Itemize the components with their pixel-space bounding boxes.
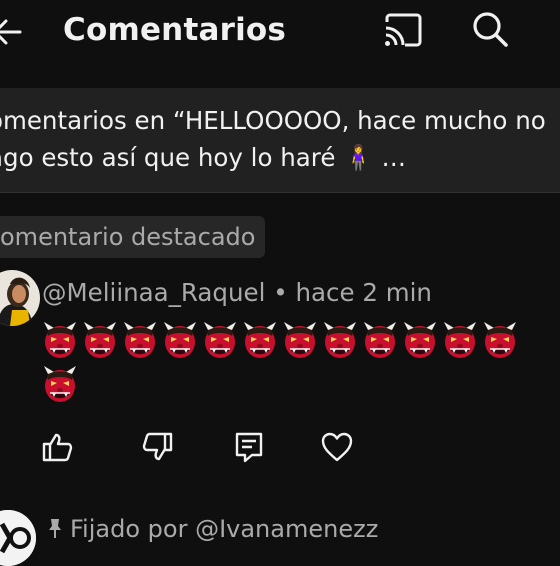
- context-line-1: omentarios en “HELLOOOOO, hace mucho no: [0, 106, 546, 135]
- page-title: Comentarios: [63, 12, 287, 48]
- pinned-label: Fijado por @Ivanamenezz: [46, 515, 378, 543]
- video-context-text: omentarios en “HELLOOOOO, hace mucho no …: [0, 102, 560, 176]
- ogre-emoji-icon: [42, 364, 78, 404]
- avatar[interactable]: [0, 270, 40, 326]
- ogre-emoji-icon: [122, 320, 158, 360]
- back-arrow-icon[interactable]: [0, 14, 26, 50]
- top-bar: Comentarios: [0, 0, 560, 88]
- avatar[interactable]: [0, 510, 36, 566]
- ogre-emoji-icon: [242, 320, 278, 360]
- heart-icon[interactable]: [320, 430, 354, 464]
- meta-separator: •: [273, 278, 288, 307]
- comment-author[interactable]: @Meliinaa_Raquel: [42, 278, 265, 307]
- ogre-emoji-icon: [362, 320, 398, 360]
- ogre-emoji-icon: [482, 320, 518, 360]
- comment-actions: [0, 430, 560, 466]
- comment-body-row-2: [42, 364, 542, 404]
- ogre-emoji-icon: [162, 320, 198, 360]
- avatar-image: [0, 510, 36, 566]
- context-line-2: ago esto así que hoy lo haré 🧍‍♀️ …: [0, 143, 406, 172]
- ogre-emoji-icon: [282, 320, 318, 360]
- cast-icon[interactable]: [383, 12, 423, 48]
- featured-comment-chip: omentario destacado: [0, 216, 266, 258]
- ogre-emoji-icon: [442, 320, 478, 360]
- comment-time: hace 2 min: [295, 278, 432, 307]
- pin-icon: [49, 519, 61, 538]
- ogre-emoji-icon: [202, 320, 238, 360]
- avatar-image: [0, 270, 40, 326]
- ogre-emoji-icon: [82, 320, 118, 360]
- dislike-icon[interactable]: [140, 430, 174, 464]
- comment-body-row-1: [42, 320, 542, 360]
- ogre-emoji-icon: [402, 320, 438, 360]
- like-icon[interactable]: [41, 430, 75, 464]
- ogre-emoji-icon: [322, 320, 358, 360]
- search-icon[interactable]: [471, 10, 509, 48]
- comment-meta: @Meliinaa_Raquel • hace 2 min: [42, 278, 432, 307]
- ogre-emoji-icon: [42, 320, 78, 360]
- pinned-text: Fijado por @Ivanamenezz: [70, 515, 379, 543]
- reply-icon[interactable]: [232, 430, 266, 464]
